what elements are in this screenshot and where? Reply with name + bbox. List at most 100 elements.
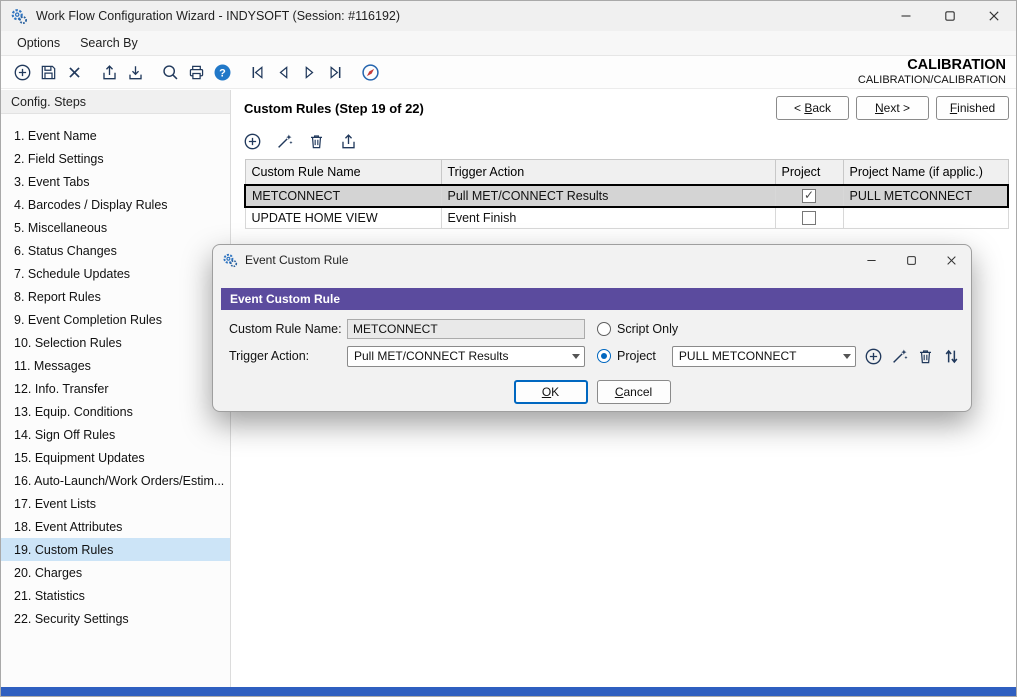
- project-name-combo[interactable]: PULL METCONNECT: [672, 346, 856, 367]
- cancel-button[interactable]: Cancel: [597, 380, 671, 404]
- grid-export-button[interactable]: [336, 129, 360, 153]
- script-only-option[interactable]: Script Only: [597, 322, 678, 336]
- sidebar-item-miscellaneous[interactable]: 5. Miscellaneous: [1, 216, 230, 239]
- column-header-project[interactable]: Project: [775, 160, 843, 185]
- sidebar-item-custom-rules[interactable]: 19. Custom Rules: [1, 538, 230, 561]
- sidebar-item-event-tabs[interactable]: 3. Event Tabs: [1, 170, 230, 193]
- grid-delete-button[interactable]: [304, 129, 328, 153]
- add-button[interactable]: [9, 59, 35, 85]
- import-button[interactable]: [122, 59, 148, 85]
- sidebar-item-equipment-updates[interactable]: 15. Equipment Updates: [1, 446, 230, 469]
- dialog-window-controls: [851, 245, 971, 275]
- sidebar-item-event-attributes[interactable]: 18. Event Attributes: [1, 515, 230, 538]
- dialog-close-button[interactable]: [931, 245, 971, 275]
- dialog-maximize-button[interactable]: [891, 245, 931, 275]
- print-button[interactable]: [183, 59, 209, 85]
- ok-button[interactable]: OK: [514, 380, 588, 404]
- dialog-reorder-button[interactable]: [940, 344, 963, 368]
- window-controls: [884, 1, 1016, 31]
- sidebar-item-report-rules[interactable]: 8. Report Rules: [1, 285, 230, 308]
- dialog-window: Event Custom Rule Event Custom Rule Cust…: [212, 244, 972, 412]
- sidebar-item-event-completion-rules[interactable]: 9. Event Completion Rules: [1, 308, 230, 331]
- project-checkbox[interactable]: [802, 211, 816, 225]
- project-name-value: PULL METCONNECT: [679, 349, 837, 363]
- sidebar-item-auto-launch-work-orders[interactable]: 16. Auto-Launch/Work Orders/Estim...: [1, 469, 230, 492]
- sidebar-item-sign-off-rules[interactable]: 14. Sign Off Rules: [1, 423, 230, 446]
- nav-last-icon: [326, 63, 345, 82]
- chevron-down-icon: [843, 354, 851, 359]
- project-label: Project: [617, 349, 656, 363]
- project-checkbox[interactable]: [802, 189, 816, 203]
- save-button[interactable]: [35, 59, 61, 85]
- dialog-title-bar: Event Custom Rule: [213, 245, 971, 275]
- trash-icon: [916, 347, 935, 366]
- export-button[interactable]: [96, 59, 122, 85]
- dialog-minimize-button[interactable]: [851, 245, 891, 275]
- sidebar-item-selection-rules[interactable]: 10. Selection Rules: [1, 331, 230, 354]
- back-button[interactable]: < Back: [776, 96, 849, 120]
- finished-button[interactable]: Finished: [936, 96, 1009, 120]
- dialog-add-button[interactable]: [862, 344, 885, 368]
- script-only-radio[interactable]: [597, 322, 611, 336]
- column-header-trigger-action[interactable]: Trigger Action: [441, 160, 775, 185]
- nav-previous-button[interactable]: [270, 59, 296, 85]
- chevron-down-icon: [572, 354, 580, 359]
- sidebar-item-event-lists[interactable]: 17. Event Lists: [1, 492, 230, 515]
- close-button[interactable]: [972, 1, 1016, 31]
- minimize-button[interactable]: [884, 1, 928, 31]
- nav-last-button[interactable]: [322, 59, 348, 85]
- nav-first-button[interactable]: [244, 59, 270, 85]
- sidebar-item-statistics[interactable]: 21. Statistics: [1, 584, 230, 607]
- project-radio[interactable]: [597, 349, 611, 363]
- content-header: Custom Rules (Step 19 of 22) < Back Next…: [244, 96, 1009, 120]
- dialog-delete-button[interactable]: [914, 344, 937, 368]
- sidebar-item-status-changes[interactable]: 6. Status Changes: [1, 239, 230, 262]
- help-button[interactable]: [209, 59, 235, 85]
- table-row[interactable]: METCONNECT Pull MET/CONNECT Results PULL…: [245, 185, 1008, 207]
- sidebar-item-field-settings[interactable]: 2. Field Settings: [1, 147, 230, 170]
- window-title: Work Flow Configuration Wizard - INDYSOF…: [36, 9, 400, 23]
- table-row[interactable]: UPDATE HOME VIEW Event Finish: [245, 207, 1008, 229]
- delete-button[interactable]: [61, 59, 87, 85]
- dialog-edit-button[interactable]: [888, 344, 911, 368]
- nav-next-icon: [300, 63, 319, 82]
- sidebar-item-event-name[interactable]: 1. Event Name: [1, 124, 230, 147]
- sidebar-item-barcodes-display-rules[interactable]: 4. Barcodes / Display Rules: [1, 193, 230, 216]
- grid-add-button[interactable]: [240, 129, 264, 153]
- app-icon: [10, 7, 28, 25]
- maximize-button[interactable]: [928, 1, 972, 31]
- search-button[interactable]: [157, 59, 183, 85]
- trigger-action-combo[interactable]: Pull MET/CONNECT Results: [347, 346, 585, 367]
- sidebar-item-info-transfer[interactable]: 12. Info. Transfer: [1, 377, 230, 400]
- sidebar-item-schedule-updates[interactable]: 7. Schedule Updates: [1, 262, 230, 285]
- nav-next-button[interactable]: [296, 59, 322, 85]
- sidebar-item-charges[interactable]: 20. Charges: [1, 561, 230, 584]
- cell-trigger-action: Pull MET/CONNECT Results: [441, 185, 775, 207]
- menu-item-search-by[interactable]: Search By: [70, 33, 148, 53]
- project-option[interactable]: Project: [597, 349, 656, 363]
- config-steps-list: 1. Event Name 2. Field Settings 3. Event…: [1, 114, 230, 630]
- custom-rule-name-field[interactable]: [347, 319, 585, 339]
- custom-rules-table: Custom Rule Name Trigger Action Project …: [244, 159, 1009, 229]
- table-header-row: Custom Rule Name Trigger Action Project …: [245, 160, 1008, 185]
- sidebar-item-equip-conditions[interactable]: 13. Equip. Conditions: [1, 400, 230, 423]
- minimize-icon: [866, 255, 877, 266]
- script-only-label: Script Only: [617, 322, 678, 336]
- sort-up-down-icon: [942, 347, 961, 366]
- compass-button[interactable]: [357, 59, 383, 85]
- minimize-icon: [900, 10, 912, 22]
- workflow-title: CALIBRATION: [858, 57, 1006, 74]
- dialog-icon-buttons: [862, 344, 963, 368]
- trigger-action-row: Trigger Action: Pull MET/CONNECT Results…: [229, 345, 963, 367]
- column-header-project-name[interactable]: Project Name (if applic.): [843, 160, 1008, 185]
- column-header-custom-rule-name[interactable]: Custom Rule Name: [245, 160, 441, 185]
- dialog-title: Event Custom Rule: [245, 253, 348, 267]
- grid-edit-button[interactable]: [272, 129, 296, 153]
- add-icon: [864, 347, 883, 366]
- cell-project: [775, 207, 843, 229]
- help-icon: [213, 63, 232, 82]
- next-button[interactable]: Next >: [856, 96, 929, 120]
- menu-item-options[interactable]: Options: [7, 33, 70, 53]
- sidebar-item-messages[interactable]: 11. Messages: [1, 354, 230, 377]
- sidebar-item-security-settings[interactable]: 22. Security Settings: [1, 607, 230, 630]
